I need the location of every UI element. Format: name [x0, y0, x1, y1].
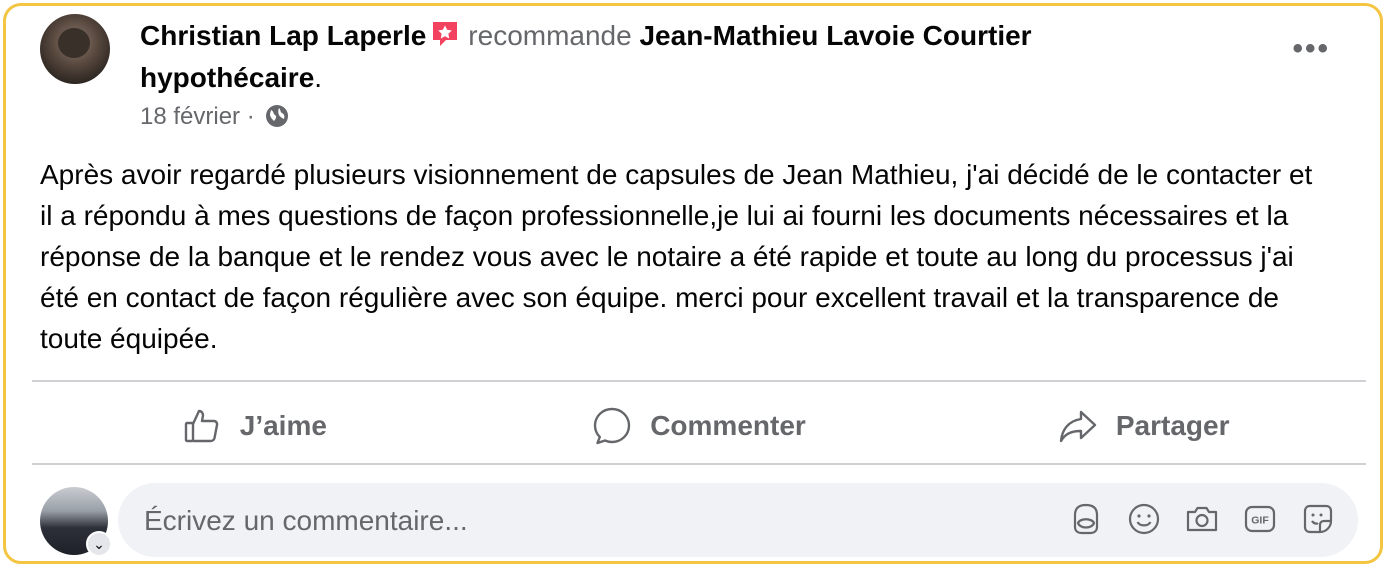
header-period: . — [314, 62, 323, 93]
author-avatar[interactable] — [40, 14, 110, 84]
composer-tools: GIF — [1068, 501, 1336, 537]
thumbs-up-icon — [184, 409, 219, 443]
avatar-sticker-icon[interactable] — [1068, 501, 1104, 537]
post-actions: J’aime Commenter Partager — [32, 391, 1366, 461]
current-user-avatar[interactable]: ⌄ — [40, 487, 112, 557]
post-date[interactable]: 18 février — [140, 103, 240, 130]
post-card: Christian Lap Laperle recommande Jean-Ma… — [3, 3, 1383, 564]
post-body: Après avoir regardé plusieurs visionneme… — [40, 159, 1313, 354]
recommendation-badge-icon — [433, 22, 458, 46]
share-icon — [1059, 410, 1097, 443]
divider-bottom — [32, 463, 1366, 465]
comment-button[interactable]: Commenter — [477, 391, 922, 461]
page-name-line1[interactable]: Jean-Mathieu Lavoie Courtier — [639, 20, 1031, 51]
chevron-down-icon[interactable]: ⌄ — [86, 531, 112, 557]
post-meta: 18 février · — [140, 102, 289, 132]
share-button[interactable]: Partager — [921, 391, 1366, 461]
meta-separator: · — [246, 103, 255, 130]
emoji-icon[interactable] — [1126, 501, 1162, 537]
post-header: Christian Lap Laperle recommande Jean-Ma… — [140, 18, 1032, 54]
comment-input[interactable] — [142, 483, 1006, 559]
globe-icon[interactable] — [265, 104, 289, 128]
author-name[interactable]: Christian Lap Laperle — [140, 20, 426, 51]
svg-text:GIF: GIF — [1251, 515, 1269, 527]
page-name-line2[interactable]: hypothécaire — [140, 62, 314, 93]
sticker-icon[interactable] — [1300, 501, 1336, 537]
like-label: J’aime — [239, 410, 327, 441]
divider-top — [32, 380, 1366, 382]
recommend-verb: recommande — [468, 20, 632, 51]
post-header-cont: hypothécaire. — [140, 60, 322, 96]
camera-icon[interactable] — [1184, 501, 1220, 537]
more-options-icon[interactable]: ••• — [1292, 32, 1330, 66]
like-button[interactable]: J’aime — [32, 391, 477, 461]
comment-composer: GIF — [118, 483, 1358, 559]
comment-icon — [594, 407, 631, 445]
comment-label: Commenter — [650, 410, 806, 441]
share-label: Partager — [1115, 410, 1230, 441]
gif-icon[interactable]: GIF — [1242, 501, 1278, 537]
